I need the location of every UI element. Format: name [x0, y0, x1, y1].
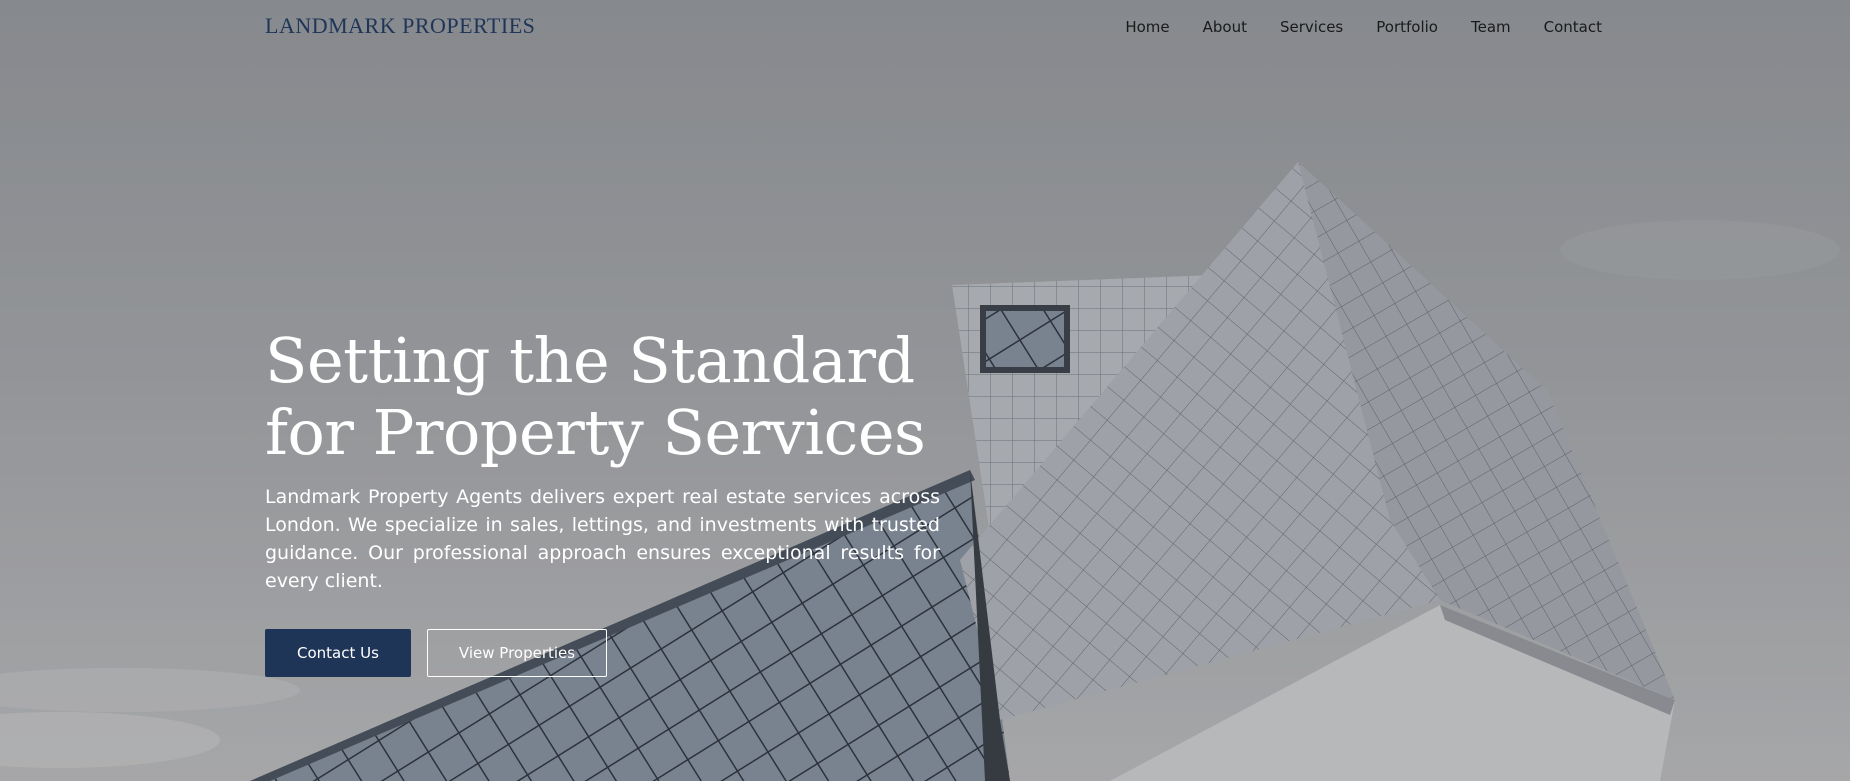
nav-item-home: Home [1125, 18, 1169, 37]
nav-links: Home About Services Portfolio Team Conta… [1092, 18, 1602, 37]
hero-buttons: Contact Us View Properties [265, 629, 940, 677]
view-properties-button[interactable]: View Properties [426, 629, 608, 677]
hero-title-line1: Setting the Standard [265, 324, 915, 397]
nav-item-portfolio: Portfolio [1376, 18, 1438, 37]
brand-logo[interactable]: LANDMARK PROPERTIES [265, 13, 535, 39]
hero-content: Setting the Standard for Property Servic… [265, 325, 940, 677]
hero-section: LANDMARK PROPERTIES Home About Services … [0, 0, 1850, 781]
nav-link-portfolio[interactable]: Portfolio [1376, 18, 1438, 36]
nav-link-services[interactable]: Services [1280, 18, 1343, 36]
hero-title-line2: for Property Services [265, 396, 926, 469]
hero-description: Landmark Property Agents delivers expert… [265, 486, 940, 592]
nav-link-contact[interactable]: Contact [1544, 18, 1602, 36]
nav-link-team[interactable]: Team [1471, 18, 1511, 36]
contact-us-button[interactable]: Contact Us [265, 629, 411, 677]
hero-title: Setting the Standard for Property Servic… [265, 325, 940, 469]
navbar: LANDMARK PROPERTIES Home About Services … [0, 0, 1850, 54]
nav-item-about: About [1203, 18, 1247, 37]
nav-item-team: Team [1471, 18, 1511, 37]
nav-link-home[interactable]: Home [1125, 18, 1169, 36]
nav-link-about[interactable]: About [1203, 18, 1247, 36]
nav-item-contact: Contact [1544, 18, 1602, 37]
nav-item-services: Services [1280, 18, 1343, 37]
